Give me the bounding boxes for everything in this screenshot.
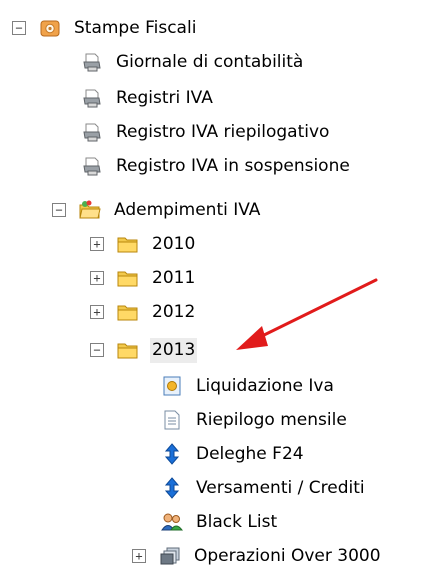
printer-icon xyxy=(80,86,104,110)
printer-icon xyxy=(80,50,104,74)
tree-node-2013[interactable]: − 2013 xyxy=(90,336,198,364)
node-label: Adempimenti IVA xyxy=(114,199,261,220)
expand-toggle[interactable]: + xyxy=(132,549,146,563)
tree-node-black-list[interactable]: Black List xyxy=(160,508,279,536)
node-label: Riepilogo mensile xyxy=(196,409,347,430)
tree-node-2011[interactable]: + 2011 xyxy=(90,264,197,292)
node-label: Black List xyxy=(196,511,278,532)
tree-node-riepilogo-mensile[interactable]: Riepilogo mensile xyxy=(160,406,349,434)
tree-node-registro-riepilogativo[interactable]: Registro IVA riepilogativo xyxy=(80,118,331,146)
tree-view: − Stampe Fiscali Giornale di contabilità xyxy=(0,0,442,580)
collapse-toggle[interactable]: − xyxy=(90,343,104,357)
expand-toggle[interactable]: + xyxy=(90,271,104,285)
tree-node-registri-iva[interactable]: Registri IVA xyxy=(80,84,215,112)
folder-icon xyxy=(116,266,140,290)
node-label: Deleghe F24 xyxy=(196,443,304,464)
multi-document-icon xyxy=(158,544,182,568)
node-label: Registri IVA xyxy=(116,87,213,108)
node-label: 2010 xyxy=(152,233,196,254)
tree-node-2010[interactable]: + 2010 xyxy=(90,230,197,258)
printer-icon xyxy=(80,154,104,178)
folder-open-icon xyxy=(78,198,102,222)
folder-icon xyxy=(116,338,140,362)
settings-folder-icon xyxy=(38,16,62,40)
node-label: Registro IVA in sospensione xyxy=(116,155,350,176)
tree-node-giornale[interactable]: Giornale di contabilità xyxy=(80,48,305,76)
tree-node-stampe-fiscali[interactable]: − Stampe Fiscali xyxy=(12,14,198,42)
node-label: 2011 xyxy=(152,267,196,288)
node-label: 2012 xyxy=(152,301,196,322)
node-label: Giornale di contabilità xyxy=(116,51,304,72)
tree-node-liquidazione-iva[interactable]: Liquidazione Iva xyxy=(160,372,336,400)
collapse-toggle[interactable]: − xyxy=(52,203,66,217)
node-label: Liquidazione Iva xyxy=(196,375,334,396)
node-label: Operazioni Over 3000 xyxy=(194,545,381,566)
users-icon xyxy=(160,510,184,534)
document-icon xyxy=(160,408,184,432)
node-label: Registro IVA riepilogativo xyxy=(116,121,330,142)
tree-node-operazioni-over-3000[interactable]: + Operazioni Over 3000 xyxy=(132,542,383,570)
report-coin-icon xyxy=(160,374,184,398)
tree-node-adempimenti-iva[interactable]: − Adempimenti IVA xyxy=(52,196,262,224)
node-label: Stampe Fiscali xyxy=(74,17,197,38)
tree-node-registro-sospensione[interactable]: Registro IVA in sospensione xyxy=(80,152,352,180)
up-down-arrows-icon xyxy=(160,442,184,466)
folder-icon xyxy=(116,232,140,256)
collapse-toggle[interactable]: − xyxy=(12,21,26,35)
folder-icon xyxy=(116,300,140,324)
printer-icon xyxy=(80,120,104,144)
up-down-arrows-icon xyxy=(160,476,184,500)
tree-node-deleghe-f24[interactable]: Deleghe F24 xyxy=(160,440,306,468)
expand-toggle[interactable]: + xyxy=(90,237,104,251)
node-label-selected: 2013 xyxy=(150,337,198,363)
node-label: Versamenti / Crediti xyxy=(196,477,365,498)
expand-toggle[interactable]: + xyxy=(90,305,104,319)
tree-node-versamenti-crediti[interactable]: Versamenti / Crediti xyxy=(160,474,367,502)
tree-node-2012[interactable]: + 2012 xyxy=(90,298,197,326)
